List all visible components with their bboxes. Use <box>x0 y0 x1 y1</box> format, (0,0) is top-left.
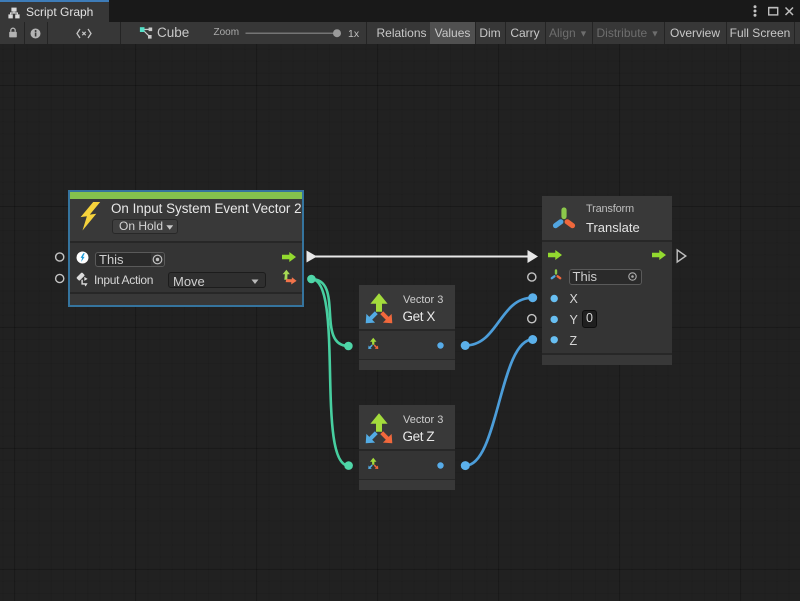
svg-text:1x: 1x <box>348 28 360 40</box>
